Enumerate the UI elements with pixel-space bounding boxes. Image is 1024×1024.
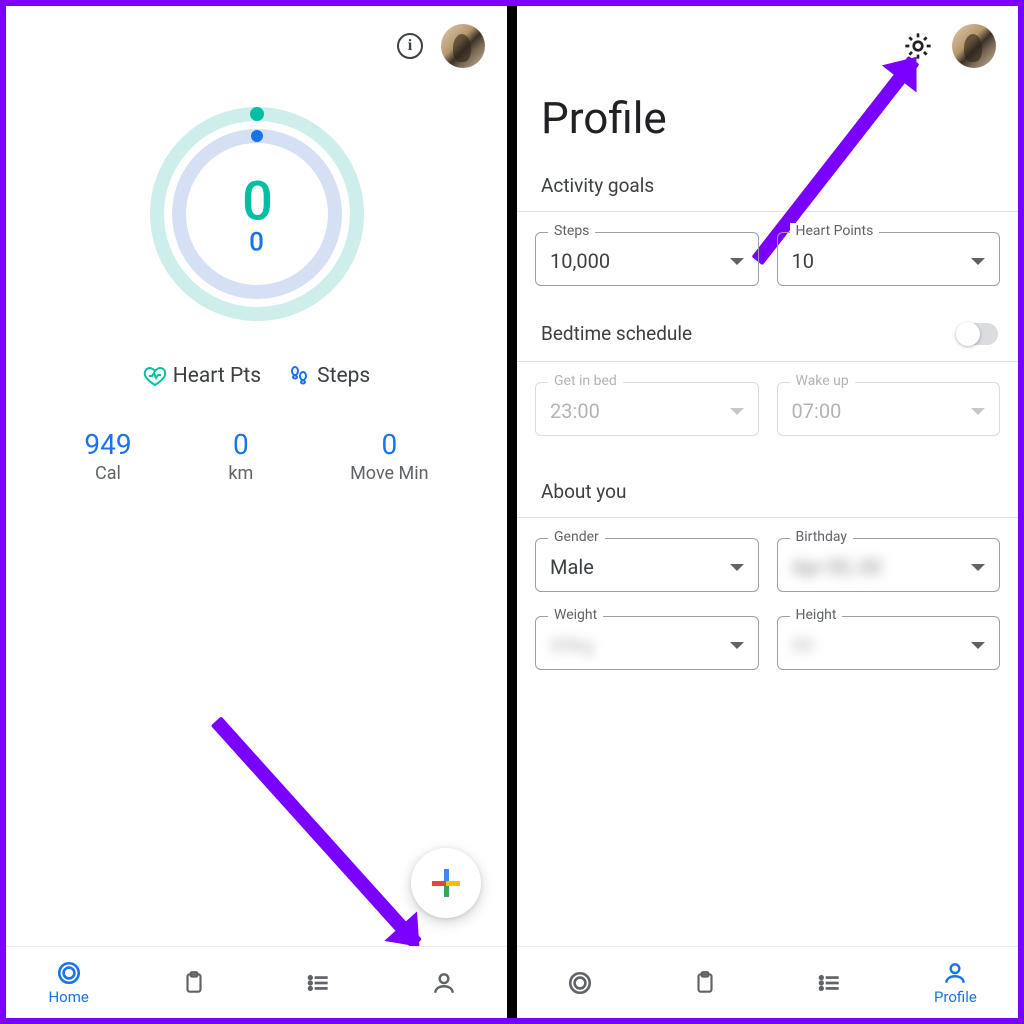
- stat-km[interactable]: 0 km: [228, 428, 253, 484]
- bedtime-toggle[interactable]: [958, 323, 998, 345]
- home-screen: i 0 0 Heart Pts: [6, 6, 507, 1018]
- legend-heart-pts: Heart Pts: [143, 364, 261, 388]
- activity-ring: 0 0: [6, 94, 507, 334]
- gender-field[interactable]: Gender Male: [535, 538, 759, 592]
- nav-journal[interactable]: [642, 947, 767, 1018]
- stat-move-min[interactable]: 0 Move Min: [350, 428, 429, 484]
- chevron-down-icon: [971, 408, 985, 415]
- section-about-you: About you: [517, 456, 1018, 517]
- ring-legend: Heart Pts Steps: [6, 364, 507, 388]
- profile-icon: [431, 970, 457, 996]
- page-title: Profile: [517, 72, 1018, 156]
- get-in-bed-field[interactable]: Get in bed 23:00: [535, 382, 759, 436]
- bottom-nav: Profile: [517, 946, 1018, 1018]
- legend-steps: Steps: [287, 364, 370, 388]
- steps-goal-field[interactable]: Steps 10,000: [535, 232, 759, 286]
- annotation-arrow: [211, 716, 422, 948]
- info-icon[interactable]: i: [397, 33, 423, 59]
- home-ring-icon: [567, 970, 593, 996]
- list-icon: [817, 970, 843, 996]
- birthday-field[interactable]: Birthday Apr 00, 00: [777, 538, 1001, 592]
- nav-journal[interactable]: [131, 947, 256, 1018]
- chevron-down-icon: [730, 258, 744, 265]
- section-activity-goals: Activity goals: [517, 156, 1018, 211]
- heart-icon: [143, 364, 167, 388]
- stats-row: 949 Cal 0 km 0 Move Min: [6, 428, 507, 484]
- add-activity-fab[interactable]: [411, 848, 481, 918]
- nav-profile[interactable]: Profile: [893, 947, 1018, 1018]
- weight-field[interactable]: Weight 00kg: [535, 616, 759, 670]
- wake-up-field[interactable]: Wake up 07:00: [777, 382, 1001, 436]
- nav-browse[interactable]: [257, 947, 382, 1018]
- nav-home[interactable]: Home: [6, 947, 131, 1018]
- chevron-down-icon: [730, 564, 744, 571]
- journal-icon: [181, 970, 207, 996]
- bottom-nav: Home: [6, 946, 507, 1018]
- chevron-down-icon: [971, 564, 985, 571]
- footsteps-icon: [287, 364, 311, 388]
- nav-home[interactable]: [517, 947, 642, 1018]
- chevron-down-icon: [730, 408, 744, 415]
- plus-icon: [432, 869, 460, 897]
- heart-points-goal-field[interactable]: Heart Points 10: [777, 232, 1001, 286]
- home-ring-icon: [56, 960, 82, 986]
- nav-profile[interactable]: [382, 947, 507, 1018]
- profile-screen: Profile Activity goals Steps 10,000 Hear…: [517, 6, 1018, 1018]
- nav-browse[interactable]: [768, 947, 893, 1018]
- avatar[interactable]: [952, 24, 996, 68]
- chevron-down-icon: [971, 642, 985, 649]
- section-bedtime: Bedtime schedule: [541, 322, 692, 345]
- height-field[interactable]: Height 00: [777, 616, 1001, 670]
- stat-cal[interactable]: 949 Cal: [84, 428, 131, 484]
- list-icon: [306, 970, 332, 996]
- journal-icon: [692, 970, 718, 996]
- profile-icon: [942, 960, 968, 986]
- chevron-down-icon: [730, 642, 744, 649]
- heart-points-value: 0: [242, 171, 271, 234]
- avatar[interactable]: [441, 24, 485, 68]
- chevron-down-icon: [971, 258, 985, 265]
